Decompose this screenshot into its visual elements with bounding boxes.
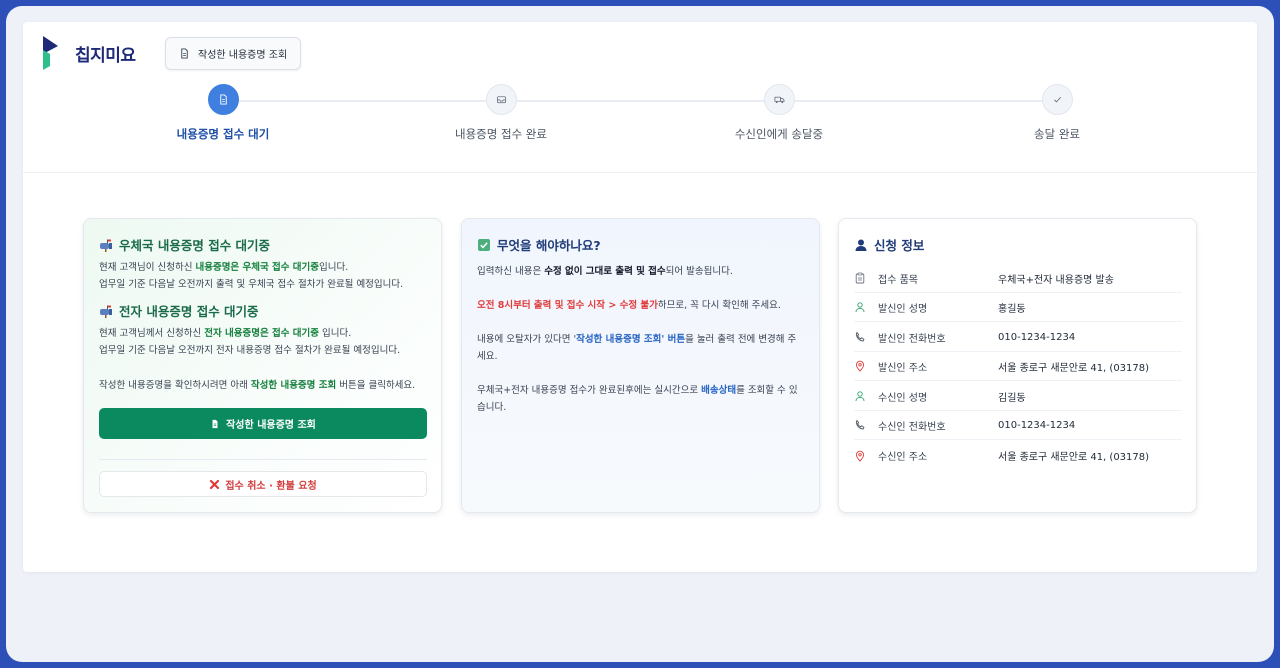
phone-icon [855, 331, 865, 342]
status-panel: 우체국 내용증명 접수 대기중 현재 고객님이 신청하신 내용증명은 우체국 접… [83, 218, 442, 513]
header-divider [23, 172, 1257, 173]
todo-paragraph-3: 내용에 오탈자가 있다면 '작성한 내용증명 조회' 버튼을 눌러 출력 전에 … [477, 334, 797, 362]
user-icon [855, 391, 865, 402]
progress-track [223, 100, 1063, 102]
document-icon [181, 48, 188, 59]
info-row-item: 접수 품목 우체국+전자 내용증명 발송 [854, 264, 1182, 293]
close-icon [210, 479, 220, 489]
guide-text: 작성한 내용증명을 확인하시려면 아래 작성한 내용증명 조회 버튼을 클릭하세… [99, 380, 416, 391]
main-card: 칩지미요 작성한 내용증명 조회 내용증명 접수 대기 내용증명 접수 완료 수 [23, 22, 1257, 572]
info-row-recipient-name: 수신인 성명 김길동 [854, 382, 1182, 411]
panel-divider [99, 459, 427, 460]
document-icon [212, 419, 218, 428]
electronic-status-title: 전자 내용증명 접수 대기중 [99, 301, 426, 320]
step-label: 송달 완료 [1034, 127, 1080, 141]
todo-paragraph-1: 입력하신 내용은 수정 없이 그대로 출력 및 접수되어 발송됩니다. [477, 266, 733, 277]
postal-status-text: 현재 고객님이 신청하신 내용증명은 우체국 접수 대기중입니다. 업무일 기준… [99, 262, 404, 290]
info-row-sender-name: 발신인 성명 홍길동 [854, 293, 1182, 322]
truck-icon [774, 96, 784, 104]
app-frame: 칩지미요 작성한 내용증명 조회 내용증명 접수 대기 내용증명 접수 완료 수 [6, 6, 1274, 662]
step-label: 내용증명 접수 완료 [455, 127, 547, 141]
inbox-icon [496, 96, 506, 104]
info-row-sender-phone: 발신인 전화번호 010-1234-1234 [854, 323, 1182, 352]
check-icon [1053, 96, 1061, 103]
map-pin-icon [855, 450, 865, 462]
todo-panel: 무엇을 해야하나요? 입력하신 내용은 수정 없이 그대로 출력 및 접수되어 … [461, 218, 820, 513]
phone-icon [855, 419, 865, 430]
checkbox-icon [478, 238, 490, 251]
application-info-title: 신청 정보 [854, 235, 1181, 254]
step-circle [207, 84, 239, 115]
view-document-button[interactable]: 작성한 내용증명 조회 [165, 37, 302, 70]
step-delivering: 수신인에게 송달중 [679, 84, 879, 142]
clipboard-icon [855, 272, 865, 284]
info-row-recipient-address: 수신인 주소 서울 종로구 새문안로 41, (03178) [854, 441, 1182, 470]
view-document-button-label: 작성한 내용증명 조회 [198, 50, 288, 61]
step-circle [763, 84, 795, 115]
application-info-panel: 신청 정보 접수 품목 우체국+전자 내용증명 발송 발신인 성명 홍길동 발신… [838, 218, 1197, 513]
step-circle [1041, 84, 1073, 115]
todo-paragraph-2: 오전 8시부터 출력 및 접수 시작 > 수정 불가하므로, 꼭 다시 확인해 … [477, 300, 781, 311]
logo-mark-icon [41, 36, 73, 70]
document-icon [219, 94, 227, 105]
electronic-status-text: 현재 고객님께서 신청하신 전자 내용증명은 접수 대기중 입니다. 업무일 기… [99, 328, 401, 356]
user-icon [855, 302, 865, 313]
info-row-sender-address: 발신인 주소 서울 종로구 새문안로 41, (03178) [854, 352, 1182, 381]
todo-paragraph-4: 우체국+전자 내용증명 접수가 완료된후에는 실시간으로 배송상태를 조회할 수… [477, 385, 798, 413]
todo-title: 무엇을 해야하나요? [477, 235, 804, 254]
logo[interactable]: 칩지미요 [41, 36, 136, 70]
step-circle [485, 84, 517, 115]
user-icon [855, 239, 867, 251]
step-label: 내용증명 접수 대기 [176, 127, 270, 141]
mailbox-icon [100, 305, 112, 318]
step-delivered: 송달 완료 [957, 84, 1157, 142]
info-row-recipient-phone: 수신인 전화번호 010-1234-1234 [854, 411, 1182, 440]
cancel-refund-button[interactable]: 접수 취소 · 환불 요청 [99, 471, 427, 497]
logo-text: 칩지미요 [75, 45, 136, 66]
postal-status-title: 우체국 내용증명 접수 대기중 [99, 235, 426, 254]
step-label: 수신인에게 송달중 [734, 127, 824, 141]
view-document-primary-button[interactable]: 작성한 내용증명 조회 [99, 408, 427, 439]
step-received-waiting: 내용증명 접수 대기 [123, 84, 323, 142]
step-received-complete: 내용증명 접수 완료 [401, 84, 601, 142]
map-pin-icon [855, 360, 865, 372]
mailbox-icon [100, 239, 112, 252]
